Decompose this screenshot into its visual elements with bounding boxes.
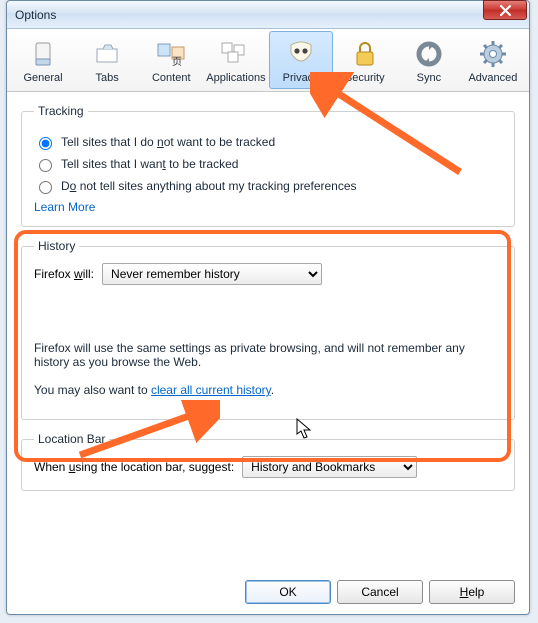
clear-history-link[interactable]: clear all current history xyxy=(151,383,271,397)
content-icon: 页 xyxy=(155,40,187,68)
close-icon xyxy=(500,5,511,16)
general-icon xyxy=(30,39,56,69)
cancel-button[interactable]: Cancel xyxy=(337,580,423,604)
tabs-icon xyxy=(92,41,122,67)
location-bar-legend: Location Bar xyxy=(34,432,109,446)
tracking-opt-dnt-radio[interactable] xyxy=(39,137,52,150)
tab-tabs[interactable]: Tabs xyxy=(75,31,139,89)
location-bar-select[interactable]: History and BookmarksHistoryBookmarksNot… xyxy=(242,456,417,478)
tracking-opt-track-label: Tell sites that I want to be tracked xyxy=(61,157,238,171)
window-title: Options xyxy=(15,8,56,22)
sync-icon xyxy=(415,40,443,68)
tracking-group: Tracking Tell sites that I do not want t… xyxy=(21,104,515,227)
ok-button[interactable]: OK xyxy=(245,580,331,604)
tracking-opt-none[interactable]: Do not tell sites anything about my trac… xyxy=(34,178,502,194)
help-button[interactable]: Help xyxy=(429,580,515,604)
gear-icon xyxy=(478,39,508,69)
close-button[interactable] xyxy=(483,0,527,20)
tracking-opt-dnt[interactable]: Tell sites that I do not want to be trac… xyxy=(34,134,502,150)
tracking-opt-none-label: Do not tell sites anything about my trac… xyxy=(61,179,357,193)
history-legend: History xyxy=(34,239,79,253)
tab-privacy[interactable]: Privacy xyxy=(269,31,333,89)
title-bar: Options xyxy=(7,1,529,29)
tab-sync-label: Sync xyxy=(417,72,441,84)
tab-applications[interactable]: Applications xyxy=(203,31,268,89)
tab-general-label: General xyxy=(23,72,62,84)
content-area: Tracking Tell sites that I do not want t… xyxy=(7,92,529,617)
category-toolbar: General Tabs 页 Content Applications Priv… xyxy=(7,29,529,92)
tracking-opt-none-radio[interactable] xyxy=(39,181,52,194)
tracking-learn-more-link[interactable]: Learn More xyxy=(34,200,95,214)
tab-advanced[interactable]: Advanced xyxy=(461,31,525,89)
tab-security[interactable]: Security xyxy=(333,31,397,89)
tab-tabs-label: Tabs xyxy=(96,72,119,84)
svg-text:页: 页 xyxy=(172,56,182,68)
privacy-mask-icon xyxy=(287,39,315,69)
location-bar-group: Location Bar When using the location bar… xyxy=(21,432,515,491)
history-mode-select[interactable]: Remember historyNever remember historyUs… xyxy=(102,263,322,285)
tracking-opt-track-radio[interactable] xyxy=(39,159,52,172)
history-group: History Firefox will: Remember historyNe… xyxy=(21,239,515,420)
tab-advanced-label: Advanced xyxy=(468,72,517,84)
applications-icon xyxy=(219,40,253,68)
tracking-opt-dnt-label: Tell sites that I do not want to be trac… xyxy=(61,135,275,149)
tab-security-label: Security xyxy=(345,72,385,84)
tab-privacy-label: Privacy xyxy=(283,72,319,84)
history-clear-text: You may also want to clear all current h… xyxy=(34,383,502,397)
history-description: Firefox will use the same settings as pr… xyxy=(34,341,502,369)
tab-content-label: Content xyxy=(152,72,191,84)
tab-sync[interactable]: Sync xyxy=(397,31,461,89)
location-bar-label: When using the location bar, suggest: xyxy=(34,460,234,474)
history-mode-label: Firefox will: xyxy=(34,267,94,281)
tab-applications-label: Applications xyxy=(206,72,265,84)
tracking-opt-track[interactable]: Tell sites that I want to be tracked xyxy=(34,156,502,172)
dialog-buttons: OK Cancel Help xyxy=(245,580,515,604)
lock-icon xyxy=(353,39,377,69)
options-window: Options General Tabs 页 Content Applicati… xyxy=(6,0,530,615)
tab-content[interactable]: 页 Content xyxy=(139,31,203,89)
tracking-legend: Tracking xyxy=(34,104,88,118)
tab-general[interactable]: General xyxy=(11,31,75,89)
